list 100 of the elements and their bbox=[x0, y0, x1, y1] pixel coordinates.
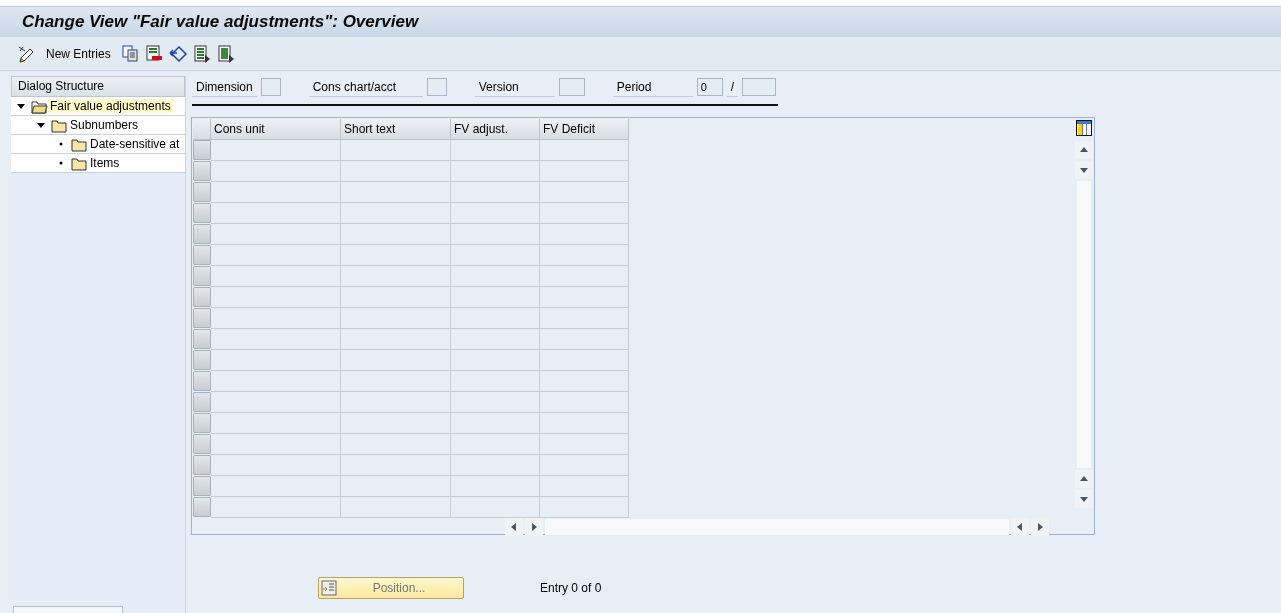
scroll-left-button[interactable] bbox=[505, 518, 523, 536]
table-cell[interactable] bbox=[211, 224, 341, 245]
scroll-down-button[interactable] bbox=[1075, 490, 1093, 508]
input-field[interactable] bbox=[426, 78, 447, 96]
row-selector[interactable] bbox=[193, 161, 211, 181]
table-cell[interactable] bbox=[341, 434, 451, 455]
table-cell[interactable] bbox=[341, 266, 451, 287]
table-cell[interactable] bbox=[540, 161, 629, 182]
table-settings-icon[interactable] bbox=[1076, 120, 1092, 136]
table-cell[interactable] bbox=[540, 287, 629, 308]
table-cell[interactable] bbox=[341, 371, 451, 392]
undo-icon[interactable] bbox=[168, 44, 187, 63]
table-cell[interactable] bbox=[211, 266, 341, 287]
table-cell[interactable] bbox=[341, 329, 451, 350]
select-all-button[interactable] bbox=[193, 119, 211, 140]
table-cell[interactable] bbox=[211, 434, 341, 455]
table-cell[interactable] bbox=[540, 203, 629, 224]
table-cell[interactable] bbox=[341, 161, 451, 182]
table-cell[interactable] bbox=[540, 266, 629, 287]
tree-node[interactable]: Fair value adjustments bbox=[11, 97, 185, 116]
input-field[interactable] bbox=[558, 78, 585, 96]
table-cell[interactable] bbox=[341, 203, 451, 224]
row-selector[interactable] bbox=[193, 140, 211, 160]
table-cell[interactable] bbox=[341, 140, 451, 161]
row-selector[interactable] bbox=[193, 266, 211, 286]
table-cell[interactable] bbox=[211, 287, 341, 308]
table-cell[interactable] bbox=[540, 413, 629, 434]
table-cell[interactable] bbox=[451, 413, 540, 434]
table-cell[interactable] bbox=[211, 182, 341, 203]
table-cell[interactable] bbox=[211, 329, 341, 350]
tree-node[interactable]: Date-sensitive at bbox=[11, 135, 185, 154]
scroll-left-button[interactable] bbox=[1011, 518, 1029, 536]
row-selector[interactable] bbox=[193, 392, 211, 412]
table-cell[interactable] bbox=[341, 182, 451, 203]
table-cell[interactable] bbox=[451, 287, 540, 308]
input-field[interactable] bbox=[742, 78, 777, 96]
row-selector[interactable] bbox=[193, 308, 211, 328]
column-header[interactable]: Cons unit bbox=[211, 119, 341, 140]
row-selector[interactable] bbox=[193, 329, 211, 349]
table-cell[interactable] bbox=[540, 476, 629, 497]
table-cell[interactable] bbox=[540, 434, 629, 455]
table-cell[interactable] bbox=[211, 497, 341, 518]
expand-arrow-icon[interactable] bbox=[17, 102, 25, 110]
table-cell[interactable] bbox=[341, 224, 451, 245]
table-cell[interactable] bbox=[341, 245, 451, 266]
table-cell[interactable] bbox=[451, 203, 540, 224]
table-cell[interactable] bbox=[451, 434, 540, 455]
tree-node[interactable]: Subnumbers bbox=[11, 116, 185, 135]
table-cell[interactable] bbox=[451, 455, 540, 476]
table-cell[interactable] bbox=[211, 476, 341, 497]
table-cell[interactable] bbox=[341, 413, 451, 434]
row-selector[interactable] bbox=[193, 476, 211, 496]
table-cell[interactable] bbox=[211, 350, 341, 371]
table-cell[interactable] bbox=[341, 350, 451, 371]
table-cell[interactable] bbox=[341, 497, 451, 518]
list-arrow-icon[interactable] bbox=[216, 44, 235, 63]
table-cell[interactable] bbox=[451, 245, 540, 266]
expand-arrow-icon[interactable] bbox=[37, 121, 45, 129]
row-selector[interactable] bbox=[193, 182, 211, 202]
row-selector[interactable] bbox=[193, 350, 211, 370]
row-selector[interactable] bbox=[193, 245, 211, 265]
table-cell[interactable] bbox=[211, 203, 341, 224]
table-cell[interactable] bbox=[451, 476, 540, 497]
input-field[interactable] bbox=[260, 78, 281, 96]
table-cell[interactable] bbox=[341, 287, 451, 308]
pencil-icon[interactable] bbox=[18, 44, 36, 63]
table-cell[interactable] bbox=[540, 224, 629, 245]
row-selector[interactable] bbox=[193, 287, 211, 307]
table-cell[interactable] bbox=[451, 308, 540, 329]
table-cell[interactable] bbox=[540, 392, 629, 413]
delete-icon[interactable] bbox=[144, 44, 163, 63]
table-cell[interactable] bbox=[540, 245, 629, 266]
table-cell[interactable] bbox=[211, 308, 341, 329]
table-cell[interactable] bbox=[540, 308, 629, 329]
row-selector[interactable] bbox=[193, 455, 211, 475]
column-header[interactable]: Short text bbox=[341, 119, 451, 140]
table-cell[interactable] bbox=[540, 182, 629, 203]
column-header[interactable]: FV Deficit bbox=[540, 119, 629, 140]
table-cell[interactable] bbox=[211, 245, 341, 266]
input-field[interactable]: 0 bbox=[696, 78, 723, 96]
copy-icon[interactable] bbox=[120, 44, 139, 63]
tree-node[interactable]: Items bbox=[11, 154, 185, 173]
table-cell[interactable] bbox=[341, 455, 451, 476]
scroll-right-button[interactable] bbox=[1031, 518, 1049, 536]
table-cell[interactable] bbox=[540, 140, 629, 161]
list-arrow-icon[interactable] bbox=[192, 44, 211, 63]
table-cell[interactable] bbox=[451, 350, 540, 371]
row-selector[interactable] bbox=[193, 371, 211, 391]
scroll-down-button[interactable] bbox=[1075, 161, 1093, 179]
table-cell[interactable] bbox=[451, 224, 540, 245]
table-cell[interactable] bbox=[211, 455, 341, 476]
table-cell[interactable] bbox=[211, 140, 341, 161]
row-selector[interactable] bbox=[193, 497, 211, 517]
table-cell[interactable] bbox=[341, 392, 451, 413]
scroll-up-button[interactable] bbox=[1075, 141, 1093, 159]
table-cell[interactable] bbox=[540, 329, 629, 350]
table-cell[interactable] bbox=[451, 161, 540, 182]
table-cell[interactable] bbox=[451, 392, 540, 413]
scrollbar-thumb[interactable] bbox=[13, 606, 123, 613]
row-selector[interactable] bbox=[193, 224, 211, 244]
